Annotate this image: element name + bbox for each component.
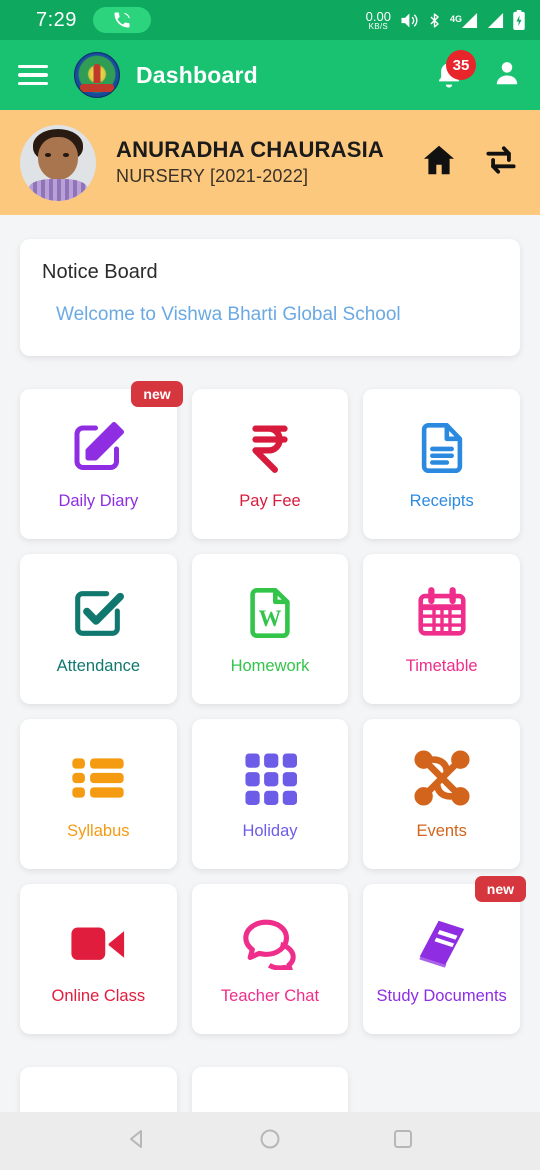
signal-bars-icon <box>486 12 505 29</box>
dashboard-tile-label: Online Class <box>51 986 146 1005</box>
notice-board-title: Notice Board <box>42 261 158 283</box>
switch-student-icon[interactable] <box>482 141 520 184</box>
dashboard-tile-label: Attendance <box>56 656 141 675</box>
mobile-network-icon: 4G <box>450 12 479 29</box>
dashboard-tile-label: Events <box>416 821 467 840</box>
notification-bell-icon[interactable]: 35 <box>434 50 476 92</box>
dashboard-tile-attendance[interactable]: Attendance <box>20 554 177 704</box>
dashboard-tile-syllabus[interactable]: Syllabus <box>20 719 177 869</box>
student-avatar[interactable] <box>20 124 96 201</box>
bluetooth-icon <box>426 11 443 30</box>
dashboard-tile-study-documents[interactable]: Study Documents new <box>363 876 526 1034</box>
dashboard-tile-homework[interactable]: W Homework <box>191 554 349 704</box>
new-badge: new <box>474 876 526 902</box>
dashboard-tile-label: Holiday <box>242 821 298 840</box>
dashboard-tile-daily-diary[interactable]: Daily Diary new <box>20 381 183 539</box>
dashboard-tile-partial[interactable] <box>20 1067 177 1112</box>
calendar-icon <box>413 582 471 644</box>
dashboard-tile-holiday[interactable]: Holiday <box>191 719 349 869</box>
book-icon <box>413 912 471 974</box>
phone-call-icon <box>92 7 151 33</box>
dashboard-content[interactable]: Notice Board Welcome to Vishwa Bharti Gl… <box>0 215 540 1112</box>
grid-dots-icon <box>243 747 297 809</box>
hamburger-menu-icon[interactable] <box>18 64 48 86</box>
video-camera-icon <box>69 912 127 974</box>
dashboard-tile-label: Study Documents <box>376 986 507 1005</box>
status-bar: 7:29 0.00 KB/S 4G <box>0 0 540 40</box>
status-icons: 0.00 KB/S 4G <box>365 8 526 31</box>
pencil-edit-icon <box>68 417 128 479</box>
notice-board-message[interactable]: Welcome to Vishwa Bharti Global School <box>56 304 498 326</box>
word-document-icon: W <box>241 582 299 644</box>
dashboard-tile-label: Pay Fee <box>239 491 301 510</box>
dashboard-tile-pay-fee[interactable]: Pay Fee <box>191 389 349 539</box>
dashboard-tile-label: Receipts <box>409 491 474 510</box>
dashboard-tile-online-class[interactable]: Online Class <box>20 884 177 1034</box>
student-profile-band: ANURADHA CHAURASIA NURSERY [2021-2022] <box>0 110 540 215</box>
battery-charging-icon <box>512 9 526 31</box>
check-box-icon <box>69 582 127 644</box>
dashboard-tile-label: Teacher Chat <box>220 986 320 1005</box>
dashboard-tile-label: Homework <box>230 656 310 675</box>
dashboard-tile-teacher-chat[interactable]: Teacher Chat <box>191 884 349 1034</box>
chat-bubbles-icon <box>241 912 299 974</box>
dashboard-tile-receipts[interactable]: Receipts <box>363 389 520 539</box>
network-speed: 0.00 KB/S <box>365 8 391 31</box>
list-icon <box>70 747 126 809</box>
recents-square-icon[interactable] <box>391 1127 415 1156</box>
page-title: Dashboard <box>136 61 258 88</box>
home-icon[interactable] <box>420 141 458 184</box>
app-bar: Dashboard 35 <box>0 40 540 110</box>
dashboard-tile-events[interactable]: Events <box>363 719 520 869</box>
dashboard-tile-grid-partial <box>20 1067 520 1112</box>
dashboard-tile-partial[interactable] <box>191 1067 349 1112</box>
dashboard-tile-timetable[interactable]: Timetable <box>363 554 520 704</box>
notification-badge: 35 <box>446 50 476 80</box>
student-name: ANURADHA CHAURASIA <box>116 137 384 163</box>
account-person-icon[interactable] <box>492 58 522 93</box>
dashboard-tile-grid: Daily Diary new Pay Fee Receipts Attendan… <box>20 381 526 1034</box>
home-circle-icon[interactable] <box>258 1127 282 1156</box>
school-logo-icon <box>74 52 120 98</box>
android-navigation-bar <box>0 1112 540 1170</box>
volume-icon <box>398 10 419 31</box>
dashboard-tile-label: Daily Diary <box>58 491 139 510</box>
dashboard-tile-label: Syllabus <box>67 821 130 840</box>
svg-text:W: W <box>259 606 282 631</box>
status-time: 7:29 <box>36 8 77 31</box>
notice-board-card: Notice Board Welcome to Vishwa Bharti Gl… <box>20 239 520 356</box>
new-badge: new <box>131 381 183 407</box>
joomla-knot-icon <box>413 747 471 809</box>
dashboard-tile-label: Timetable <box>405 656 478 675</box>
back-triangle-icon[interactable] <box>125 1127 149 1156</box>
student-class-session: NURSERY [2021-2022] <box>116 165 309 186</box>
document-lines-icon <box>413 417 471 479</box>
rupee-icon <box>241 417 299 479</box>
